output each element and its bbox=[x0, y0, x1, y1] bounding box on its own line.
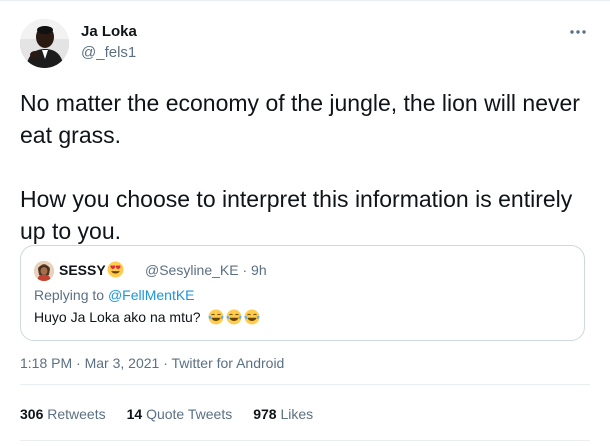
tweet-card: Ja Loka @_fels1 No matter the economy of… bbox=[0, 0, 610, 446]
quoted-tweet-text-body: Huyo Ja Loka ako na mtu? bbox=[34, 309, 201, 325]
tweet-text: No matter the economy of the jungle, the… bbox=[20, 87, 595, 247]
quoted-author-handle: @Sesyline_KE bbox=[145, 262, 239, 278]
quoted-tweet-text: Huyo Ja Loka ako na mtu? bbox=[34, 309, 260, 325]
timestamp-separator: · bbox=[163, 355, 168, 371]
quoted-meta-separator: · bbox=[242, 262, 248, 278]
top-divider bbox=[0, 0, 610, 1]
tweet-date: Mar 3, 2021 bbox=[84, 355, 160, 371]
retweets-stat[interactable]: 306 Retweets bbox=[20, 406, 106, 422]
heart-eyes-emoji-icon bbox=[107, 261, 124, 278]
quoted-tweet-time: 9h bbox=[251, 262, 267, 278]
timestamp-separator: · bbox=[76, 355, 81, 371]
more-horizontal-icon bbox=[570, 30, 586, 34]
quote-tweets-label: Quote Tweets bbox=[146, 406, 233, 422]
likes-stat[interactable]: 978 Likes bbox=[253, 406, 313, 422]
retweets-count: 306 bbox=[20, 406, 44, 422]
quoted-author-name-text: SESSY bbox=[59, 261, 106, 278]
quoted-tweet-meta: @Sesyline_KE · 9h bbox=[145, 262, 267, 278]
more-options-button[interactable] bbox=[566, 22, 590, 42]
quoted-author-name: SESSY bbox=[59, 261, 124, 278]
retweets-label: Retweets bbox=[47, 406, 106, 422]
author-handle[interactable]: @_fels1 bbox=[81, 44, 136, 61]
likes-count: 978 bbox=[253, 406, 277, 422]
likes-label: Likes bbox=[280, 406, 314, 422]
quoted-author-avatar bbox=[34, 261, 54, 281]
tweet-timestamp: 1:18 PM · Mar 3, 2021 · Twitter for Andr… bbox=[20, 355, 284, 371]
stats-top-divider bbox=[20, 384, 590, 385]
tweet-time: 1:18 PM bbox=[20, 355, 73, 371]
tears-of-joy-emoji-icon bbox=[226, 309, 242, 325]
quote-tweets-count: 14 bbox=[126, 406, 143, 422]
replying-to-label: Replying to bbox=[34, 287, 108, 303]
replying-to-mention[interactable]: @FellMentKE bbox=[108, 287, 195, 303]
tears-of-joy-emoji-icon bbox=[208, 309, 224, 325]
author-avatar[interactable] bbox=[20, 19, 69, 68]
quoted-tweet[interactable]: SESSY @Sesyline_KE · 9h Replying to @Fel… bbox=[20, 245, 585, 341]
tweet-paragraph-2: How you choose to interpret this informa… bbox=[20, 186, 573, 244]
tweet-time-link[interactable]: 1:18 PM · Mar 3, 2021 bbox=[20, 355, 159, 371]
tweet-paragraph-1: No matter the economy of the jungle, the… bbox=[20, 90, 580, 148]
tears-of-joy-emoji-icon bbox=[244, 309, 260, 325]
tweet-source-link[interactable]: Twitter for Android bbox=[172, 355, 285, 371]
engagement-stats: 306 Retweets 14 Quote Tweets 978 Likes bbox=[20, 406, 334, 422]
stats-bottom-divider bbox=[20, 440, 590, 441]
author-name[interactable]: Ja Loka bbox=[81, 23, 137, 40]
replying-to-line: Replying to @FellMentKE bbox=[34, 287, 195, 303]
quote-tweets-stat[interactable]: 14 Quote Tweets bbox=[127, 406, 233, 422]
